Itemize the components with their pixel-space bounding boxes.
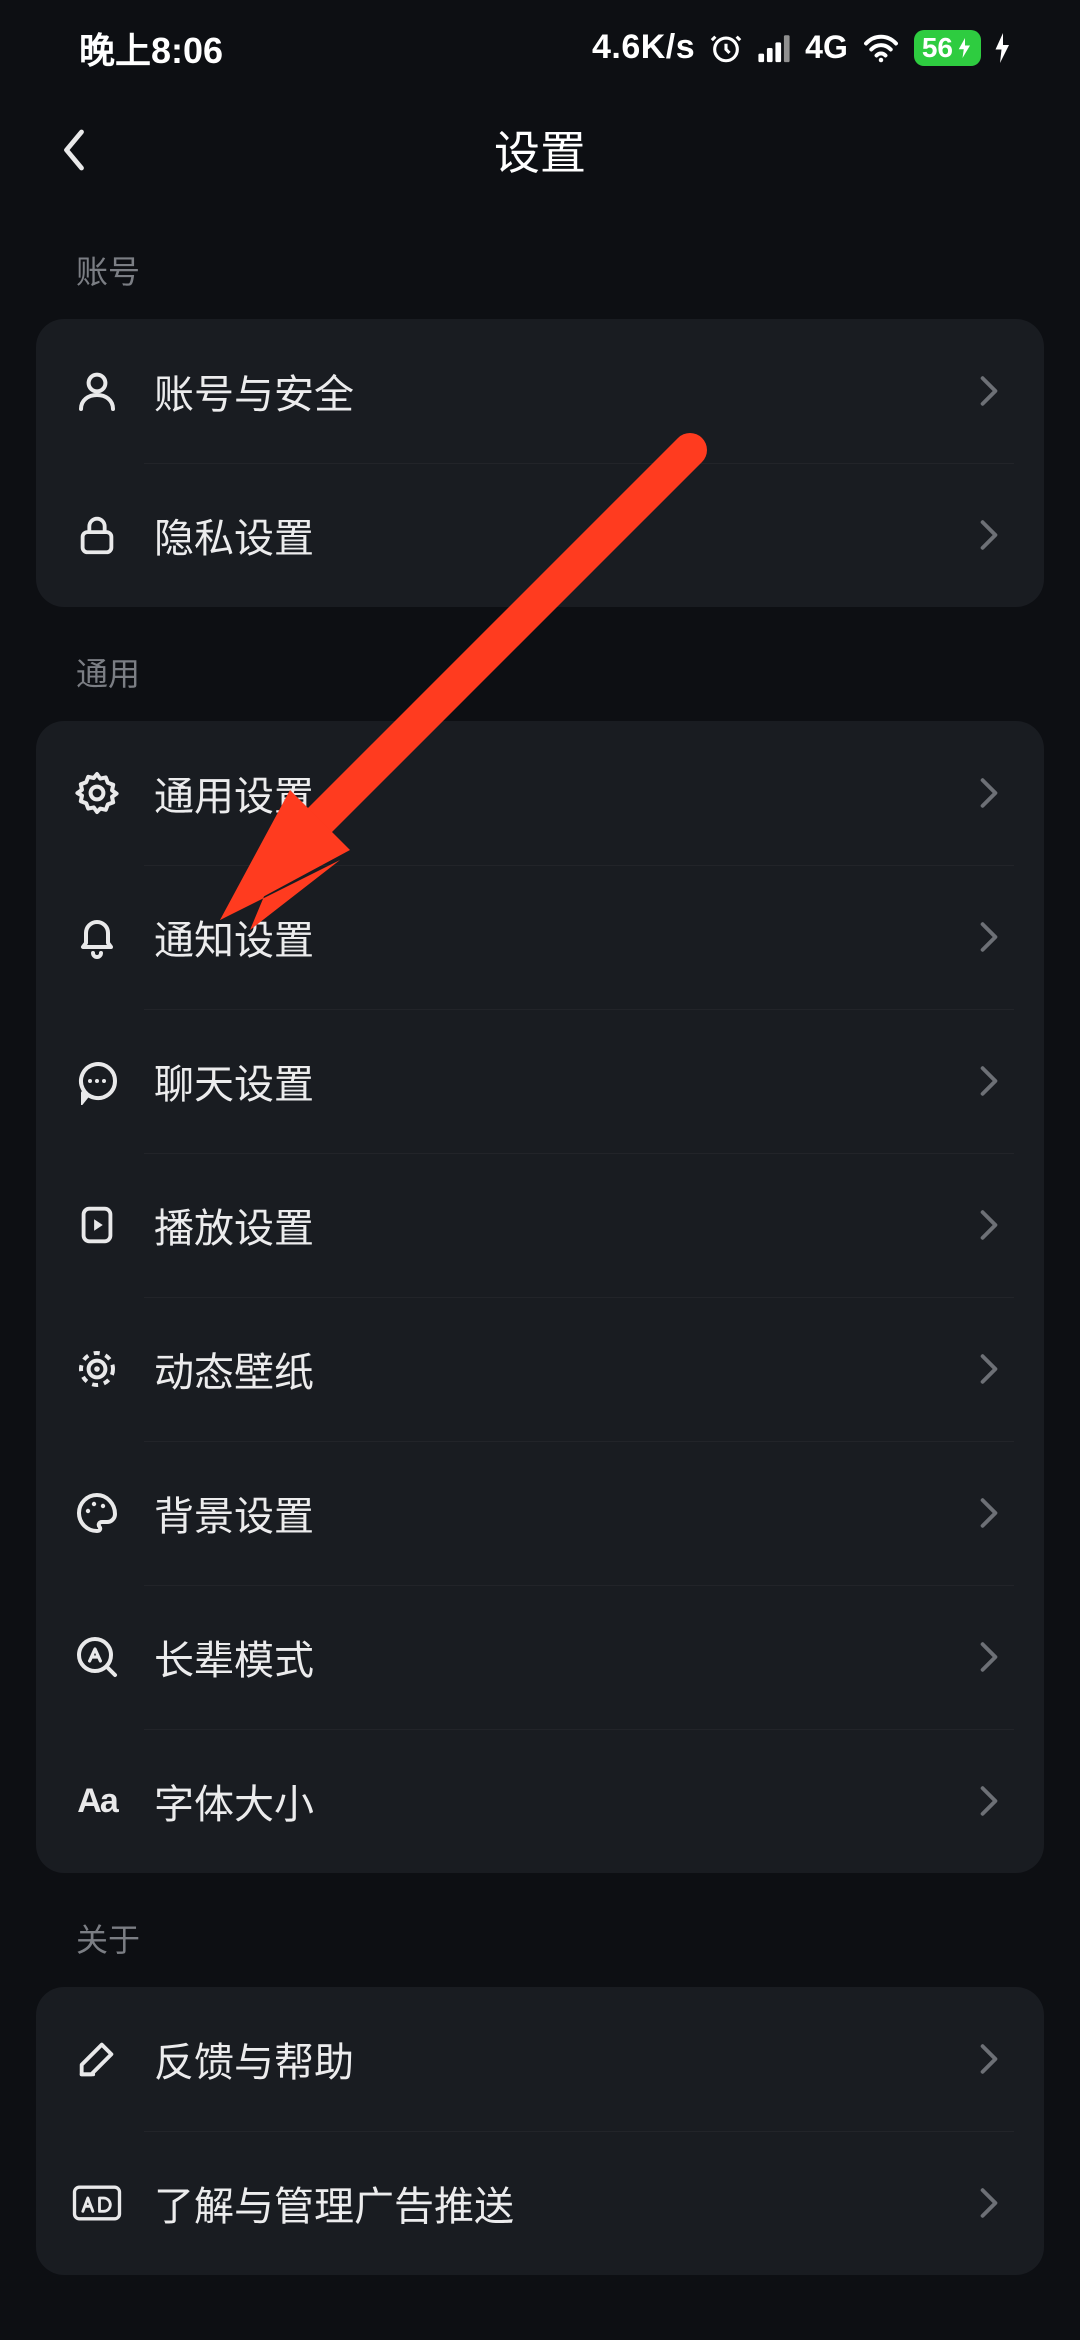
row-font-size[interactable]: Aa 字体大小 [36,1729,1044,1873]
play-icon [70,1198,124,1252]
row-label: 反馈与帮助 [154,2030,974,2088]
section-header-general: 通用 [24,607,1056,721]
font-aa-icon: Aa [70,1774,124,1828]
status-right: 4.6K/s 4G [592,28,1011,67]
chevron-right-icon [974,2188,1004,2218]
section-header-about: 关于 [24,1873,1056,1987]
group-general: 通用设置 通知设置 [36,721,1044,1873]
app-header: 设置 [24,95,1056,205]
battery-text: 56 [922,32,953,64]
section-header-account: 账号 [24,205,1056,319]
row-label: 字体大小 [154,1772,974,1830]
back-button[interactable] [44,120,104,180]
signal-icon [757,33,791,63]
group-account: 账号与安全 隐私设置 [36,319,1044,607]
bell-icon [70,910,124,964]
row-label: 隐私设置 [154,506,974,564]
status-speed: 4.6K/s [592,28,695,67]
row-label: 通用设置 [154,764,974,822]
row-playback-settings[interactable]: 播放设置 [36,1153,1044,1297]
row-general-settings[interactable]: 通用设置 [36,721,1044,865]
row-label: 动态壁纸 [154,1340,974,1398]
target-icon [70,1342,124,1396]
status-bar: 晚上8:06 4.6K/s 4G [24,0,1056,95]
row-notification-settings[interactable]: 通知设置 [36,865,1044,1009]
chevron-right-icon [974,1498,1004,1528]
chevron-right-icon [974,1210,1004,1240]
row-background-settings[interactable]: 背景设置 [36,1441,1044,1585]
ad-icon [70,2176,124,2230]
chat-icon [70,1054,124,1108]
chevron-right-icon [974,2044,1004,2074]
chevron-right-icon [974,1066,1004,1096]
chevron-right-icon [974,1642,1004,1672]
row-chat-settings[interactable]: 聊天设置 [36,1009,1044,1153]
row-label: 通知设置 [154,908,974,966]
row-account-security[interactable]: 账号与安全 [36,319,1044,463]
row-feedback[interactable]: 反馈与帮助 [36,1987,1044,2131]
pencil-icon [70,2032,124,2086]
row-ad-management[interactable]: 了解与管理广告推送 [36,2131,1044,2275]
magnify-a-icon [70,1630,124,1684]
gear-icon [70,766,124,820]
row-live-wallpaper[interactable]: 动态壁纸 [36,1297,1044,1441]
alarm-icon [709,31,743,65]
row-elder-mode[interactable]: 长辈模式 [36,1585,1044,1729]
chevron-right-icon [974,1786,1004,1816]
palette-icon [70,1486,124,1540]
status-time-text: 晚上8:06 [79,22,223,74]
row-label: 账号与安全 [154,362,974,420]
chevron-right-icon [974,1354,1004,1384]
chevron-right-icon [974,376,1004,406]
charging-icon [995,33,1011,63]
battery-badge: 56 [914,30,981,66]
row-label: 播放设置 [154,1196,974,1254]
row-privacy[interactable]: 隐私设置 [36,463,1044,607]
network-type: 4G [805,29,848,66]
chevron-right-icon [974,778,1004,808]
chevron-right-icon [974,922,1004,952]
chevron-right-icon [974,520,1004,550]
screen: 晚上8:06 4.6K/s 4G [0,0,1080,2340]
lock-icon [70,508,124,562]
page-title: 设置 [24,117,1056,183]
status-time: 晚上8:06 [79,22,223,74]
user-icon [70,364,124,418]
row-label: 聊天设置 [154,1052,974,1110]
group-about: 反馈与帮助 了解与管理广告推送 [36,1987,1044,2275]
wifi-icon [862,33,900,63]
row-label: 长辈模式 [154,1628,974,1686]
row-label: 了解与管理广告推送 [154,2174,974,2232]
row-label: 背景设置 [154,1484,974,1542]
